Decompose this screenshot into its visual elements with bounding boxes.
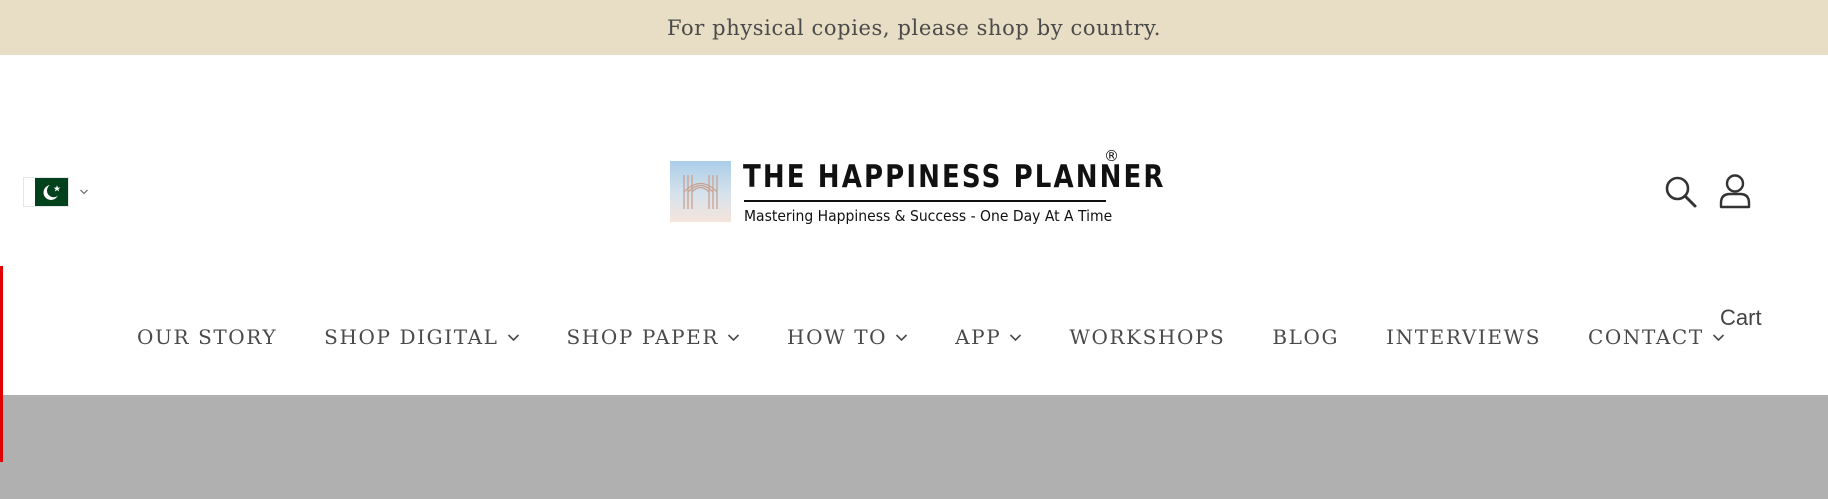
nav-label: BLOG [1272,325,1340,349]
nav-interviews[interactable]: INTERVIEWS [1386,325,1541,349]
nav-shop-digital[interactable]: SHOP DIGITAL [324,325,519,349]
nav-label: WORKSHOPS [1069,325,1226,349]
nav-shop-paper[interactable]: SHOP PAPER [567,325,741,349]
main-nav: OUR STORY SHOP DIGITAL SHOP PAPER HOW TO… [137,325,1725,349]
user-icon[interactable] [1718,173,1752,209]
nav-label: INTERVIEWS [1386,325,1542,349]
logo-mark-icon [670,161,731,222]
nav-app[interactable]: APP [955,325,1022,349]
search-icon[interactable] [1664,175,1698,209]
hero-banner [0,395,1828,499]
country-selector[interactable] [23,177,89,207]
chevron-down-icon [727,333,740,341]
announcement-bar: For physical copies, please shop by coun… [0,0,1828,55]
side-tab-edge[interactable] [0,266,3,462]
nav-how-to[interactable]: HOW TO [787,325,908,349]
logo-divider [744,200,1106,202]
registered-mark: ® [1104,147,1119,165]
cart-link[interactable]: Cart [1720,305,1762,331]
nav-workshops[interactable]: WORKSHOPS [1069,325,1225,349]
pakistan-flag-icon [23,177,69,207]
nav-label: SHOP DIGITAL [324,325,499,349]
chevron-down-icon [1712,333,1724,341]
site-header: THE HAPPINESS PLANNER ® Mastering Happin… [0,55,1828,395]
nav-label: SHOP PAPER [566,325,720,349]
nav-contact[interactable]: CONTACT [1588,325,1725,349]
nav-label: CONTACT [1588,325,1704,349]
nav-our-story[interactable]: OUR STORY [137,325,277,349]
nav-label: OUR STORY [137,325,278,349]
chevron-down-icon [80,189,88,195]
chevron-down-icon [896,333,908,341]
logo-tagline: Mastering Happiness & Success - One Day … [744,207,1113,225]
nav-label: APP [955,325,1002,349]
site-logo[interactable]: THE HAPPINESS PLANNER ® Mastering Happin… [670,147,1163,231]
nav-label: HOW TO [787,325,888,349]
nav-blog[interactable]: BLOG [1272,325,1339,349]
chevron-down-icon [1010,333,1022,341]
chevron-down-icon [507,333,519,341]
logo-title: THE HAPPINESS PLANNER [743,159,1166,195]
announcement-text: For physical copies, please shop by coun… [666,15,1161,40]
